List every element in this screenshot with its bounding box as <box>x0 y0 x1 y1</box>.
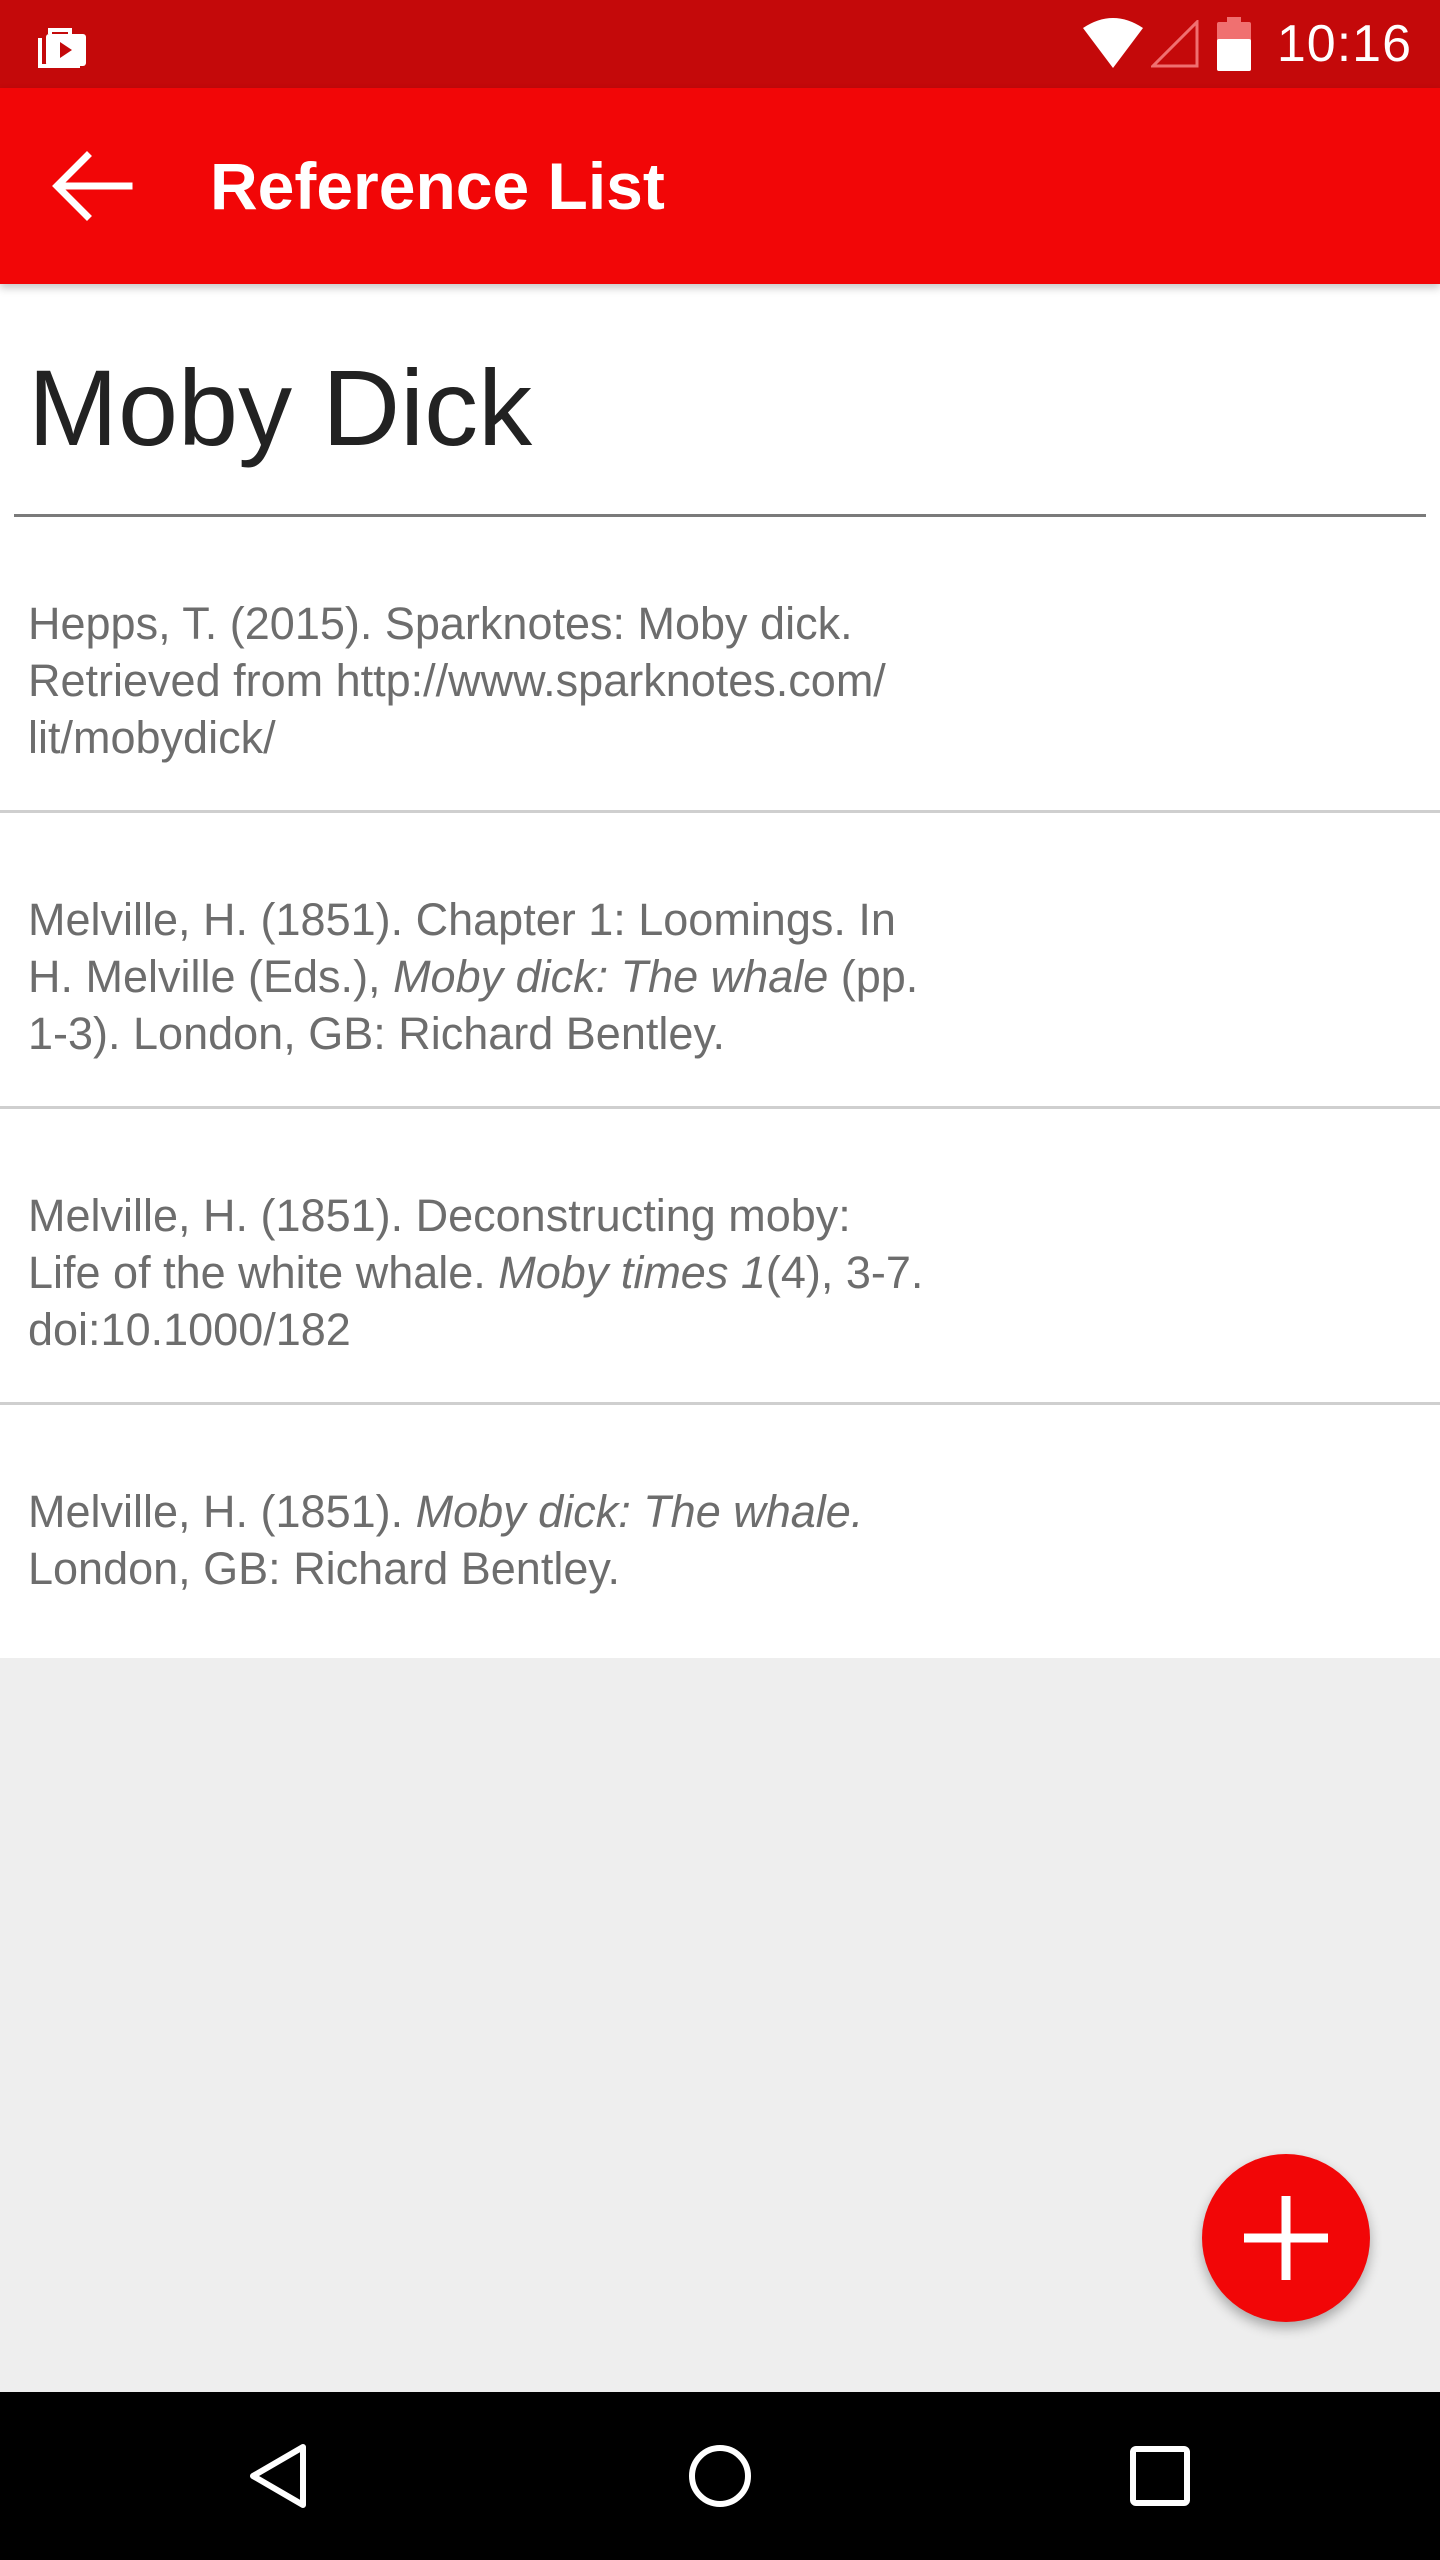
reference-segment: (4), 3-7. <box>765 1247 924 1298</box>
nav-recent-icon <box>1130 2446 1190 2506</box>
reference-italic-segment: Moby times 1 <box>498 1247 766 1298</box>
status-time: 10:16 <box>1276 15 1412 73</box>
reference-segment: Melville, H. (1851). Chapter 1: Loomings… <box>28 894 896 945</box>
reference-segment: Melville, H. (1851). Deconstructing moby… <box>28 1190 851 1241</box>
reference-line: 1-3). London, GB: Richard Bentley. <box>28 1005 1028 1062</box>
wifi-icon <box>1081 18 1145 70</box>
reference-italic-segment: Moby dick: The whale. <box>415 1486 864 1537</box>
reference-segment: Melville, H. (1851). <box>28 1486 416 1537</box>
briefcase-play-icon <box>34 18 90 74</box>
reference-item[interactable]: Melville, H. (1851). Chapter 1: Loomings… <box>0 813 1440 1109</box>
nav-home-icon <box>689 2445 751 2507</box>
system-nav-bar <box>0 2392 1440 2560</box>
cell-signal-icon <box>1150 20 1199 68</box>
content-card: Moby Dick Hepps, T. (2015). Sparknotes: … <box>0 284 1440 1658</box>
reference-text: Melville, H. (1851). Moby dick: The whal… <box>28 1483 1028 1597</box>
app-title: Reference List <box>210 149 665 223</box>
reference-text: Melville, H. (1851). Chapter 1: Loomings… <box>28 891 1028 1062</box>
reference-segment: London, GB: Richard Bentley. <box>28 1543 621 1594</box>
reference-segment: Life of the white whale. <box>28 1247 499 1298</box>
reference-line: Melville, H. (1851). Moby dick: The whal… <box>28 1483 1028 1540</box>
reference-text: Hepps, T. (2015). Sparknotes: Moby dick.… <box>28 595 1028 766</box>
status-bar: 10:16 <box>0 0 1440 88</box>
reference-italic-segment: Moby dick: The whale <box>393 951 829 1002</box>
reference-line: Life of the white whale. Moby times 1(4)… <box>28 1244 1028 1301</box>
reference-segment: (pp. <box>828 951 919 1002</box>
reference-line: Melville, H. (1851). Deconstructing moby… <box>28 1187 1028 1244</box>
nav-back-button[interactable] <box>230 2426 330 2526</box>
reference-list: Hepps, T. (2015). Sparknotes: Moby dick.… <box>0 517 1440 1645</box>
reference-line: H. Melville (Eds.), Moby dick: The whale… <box>28 948 1028 1005</box>
reference-line: London, GB: Richard Bentley. <box>28 1540 1028 1597</box>
reference-line: doi:10.1000/182 <box>28 1301 1028 1358</box>
reference-line: Retrieved from http://www.sparknotes.com… <box>28 652 1028 709</box>
plus-icon <box>1244 2196 1328 2280</box>
reference-item[interactable]: Melville, H. (1851). Moby dick: The whal… <box>0 1405 1440 1645</box>
reference-segment: Retrieved from http://www.sparknotes.com… <box>28 655 886 706</box>
reference-item[interactable]: Melville, H. (1851). Deconstructing moby… <box>0 1109 1440 1405</box>
reference-segment: Hepps, T. (2015). Sparknotes: Moby dick. <box>28 598 853 649</box>
reference-item[interactable]: Hepps, T. (2015). Sparknotes: Moby dick.… <box>0 517 1440 813</box>
document-header: Moby Dick <box>0 284 1440 517</box>
app-bar: Reference List <box>0 88 1440 284</box>
reference-segment: H. Melville (Eds.), <box>28 951 394 1002</box>
reference-line: lit/mobydick/ <box>28 709 1028 766</box>
app-screen: 10:16 Reference List Moby Dick Hepps, T.… <box>0 0 1440 2560</box>
back-button[interactable] <box>40 136 144 236</box>
nav-back-icon <box>250 2444 306 2508</box>
reference-segment: 1-3). London, GB: Richard Bentley. <box>28 1008 726 1059</box>
nav-home-button[interactable] <box>670 2426 770 2526</box>
status-icons: 10:16 <box>1081 0 1412 88</box>
add-reference-button[interactable] <box>1202 2154 1370 2322</box>
reference-line: Melville, H. (1851). Chapter 1: Loomings… <box>28 891 1028 948</box>
reference-line: Hepps, T. (2015). Sparknotes: Moby dick. <box>28 595 1028 652</box>
nav-recent-button[interactable] <box>1110 2426 1210 2526</box>
reference-text: Melville, H. (1851). Deconstructing moby… <box>28 1187 1028 1358</box>
arrow-left-icon <box>52 151 133 221</box>
reference-segment: doi:10.1000/182 <box>28 1304 351 1355</box>
reference-segment: lit/mobydick/ <box>28 712 276 763</box>
battery-icon <box>1216 17 1251 71</box>
document-title[interactable]: Moby Dick <box>28 354 532 462</box>
